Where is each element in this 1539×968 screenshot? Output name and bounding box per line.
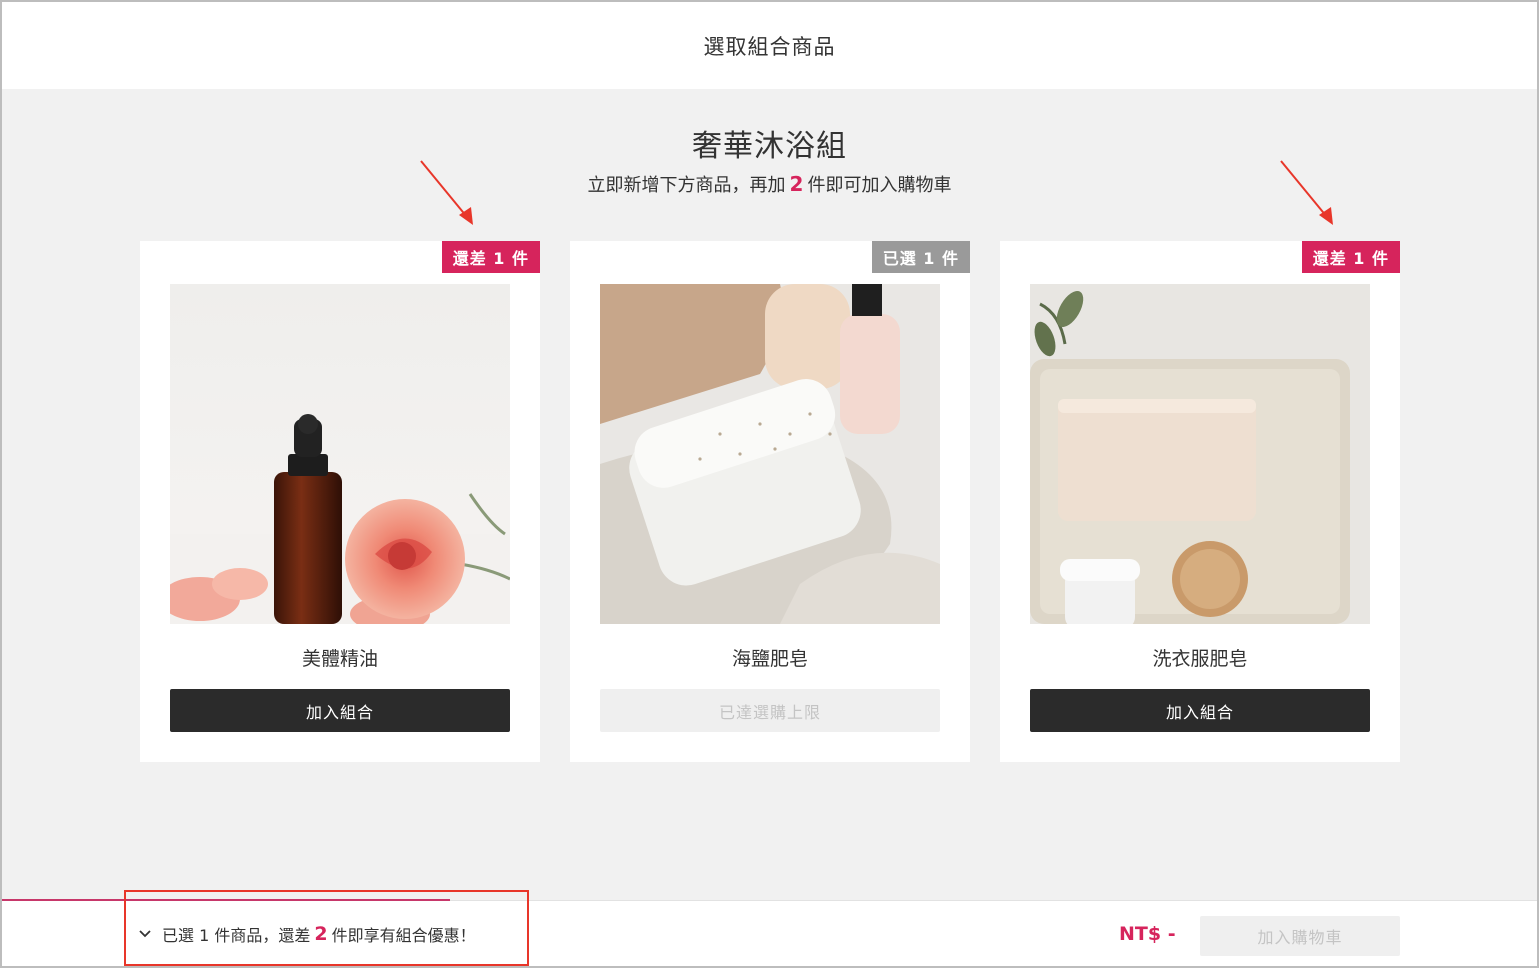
bundle-price: NT$ - [1119, 923, 1176, 945]
product-card: 已選 1 件 海鹽肥皂 已達選購上限 [570, 241, 970, 762]
product-card: 還差 1 件 美體精油 加入組合 [140, 241, 540, 762]
page-header: 選取組合商品 [2, 2, 1537, 89]
add-to-cart-button[interactable]: 加入購物車 [1200, 916, 1400, 956]
product-status-badge: 已選 1 件 [871, 241, 970, 273]
remaining-count: 2 [789, 172, 804, 196]
purchase-limit-reached-button[interactable]: 已達選購上限 [600, 689, 940, 732]
product-card: 還差 1 件 洗衣服肥皂 加入組合 [1000, 241, 1400, 762]
selection-summary-suffix: 件即享有組合優惠！ [331, 926, 476, 945]
sea-salt-soap-photo[interactable] [600, 284, 940, 624]
laundry-soap-photo[interactable] [1030, 284, 1370, 624]
add-to-bundle-button[interactable]: 加入組合 [170, 689, 510, 732]
product-name: 海鹽肥皂 [731, 648, 808, 670]
annotation-arrow [420, 160, 473, 225]
bundle-instructions-text: 立即新增下方商品，再加 [587, 175, 786, 196]
remaining-count: 2 [314, 923, 328, 945]
bundle-instructions-suffix: 件即可加入購物車 [807, 175, 952, 196]
page-title: 選取組合商品 [703, 34, 836, 59]
product-name: 洗衣服肥皂 [1152, 648, 1248, 670]
bundle-footer-bar: 已選 1 件商品，還差 2 件即享有組合優惠！ NT$ - 加入購物車 [2, 899, 1537, 967]
chevron-down-icon [138, 927, 152, 941]
essential-oil-rose-photo[interactable] [170, 284, 510, 624]
add-to-bundle-button[interactable]: 加入組合 [1030, 689, 1370, 732]
product-status-badge: 還差 1 件 [441, 241, 540, 273]
selection-summary-text: 已選 1 件商品，還差 [162, 926, 311, 945]
selection-summary-toggle[interactable]: 已選 1 件商品，還差 2 件即享有組合優惠！ [138, 901, 476, 967]
product-status-badge: 還差 1 件 [1301, 241, 1400, 273]
annotation-arrow [1280, 160, 1333, 225]
product-name: 美體精油 [301, 648, 378, 670]
